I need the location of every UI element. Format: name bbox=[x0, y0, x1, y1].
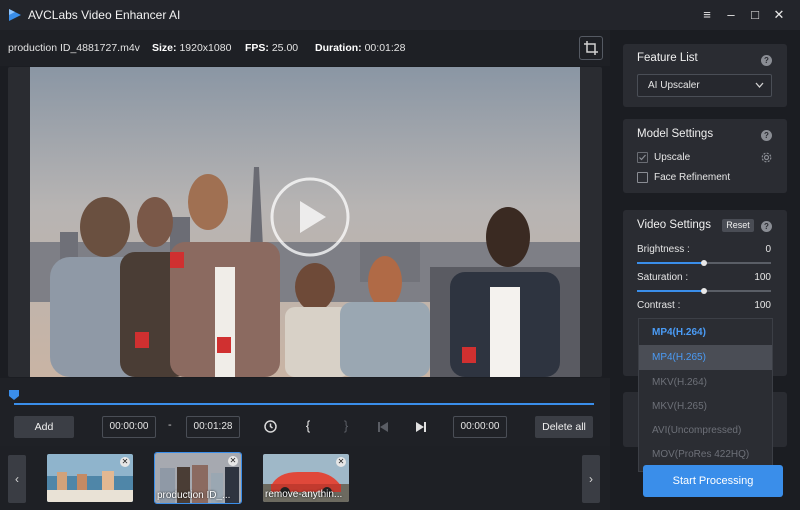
history-icon[interactable] bbox=[263, 419, 278, 434]
saturation-slider-fill bbox=[637, 290, 704, 292]
face-refinement-label: Face Refinement bbox=[654, 172, 731, 183]
start-processing-button[interactable]: Start Processing bbox=[643, 465, 783, 497]
saturation-value: 100 bbox=[754, 272, 771, 283]
duration-value: 00:01:28 bbox=[364, 42, 406, 54]
thumbnail-item-selected[interactable]: production ID_... ✕ bbox=[154, 452, 242, 504]
gear-icon[interactable] bbox=[761, 152, 772, 163]
check-icon bbox=[639, 154, 646, 161]
time-range-dash: - bbox=[168, 419, 172, 431]
chevron-right-icon: › bbox=[589, 472, 593, 486]
start-time-input[interactable]: 00:00:00 bbox=[102, 416, 156, 438]
menu-icon[interactable]: ≡ bbox=[697, 6, 717, 24]
timeline-track[interactable] bbox=[14, 403, 594, 405]
thumbnail-label: remove-anythin... bbox=[265, 489, 343, 500]
video-preview bbox=[8, 67, 602, 377]
contrast-value: 100 bbox=[754, 300, 771, 311]
face-refinement-checkbox[interactable] bbox=[637, 172, 648, 183]
duration-label: Duration: bbox=[315, 42, 362, 54]
remove-thumbnail-icon[interactable]: ✕ bbox=[228, 456, 238, 466]
app-logo-icon bbox=[9, 9, 21, 21]
timeline-bar bbox=[0, 378, 610, 446]
upscale-checkbox bbox=[637, 152, 648, 163]
model-settings-title: Model Settings bbox=[637, 128, 714, 140]
reset-button[interactable]: Reset bbox=[722, 219, 754, 232]
next-frame-icon[interactable] bbox=[415, 421, 427, 433]
remove-thumbnail-icon[interactable]: ✕ bbox=[336, 457, 346, 467]
thumbnail-item[interactable]: remove-anythin... ✕ bbox=[263, 454, 349, 502]
maximize-icon[interactable]: □ bbox=[745, 6, 765, 24]
brightness-value: 0 bbox=[765, 244, 771, 255]
scroll-right-button[interactable]: › bbox=[582, 455, 600, 503]
add-button[interactable]: Add bbox=[14, 416, 74, 438]
video-settings-title: Video Settings bbox=[637, 219, 711, 231]
chevron-down-icon bbox=[755, 82, 764, 88]
help-icon[interactable]: ? bbox=[761, 130, 772, 141]
end-time-input[interactable]: 00:01:28 bbox=[186, 416, 240, 438]
file-name: production ID_4881727.m4v bbox=[8, 42, 140, 54]
format-option-mp4-h264[interactable]: MP4(H.264) bbox=[639, 320, 772, 345]
fps-label: FPS: bbox=[245, 42, 269, 54]
timeline-playhead-icon[interactable] bbox=[9, 390, 19, 400]
video-frame[interactable] bbox=[30, 67, 580, 377]
help-icon[interactable]: ? bbox=[761, 55, 772, 66]
crop-button[interactable] bbox=[579, 36, 603, 60]
saturation-label: Saturation : bbox=[637, 272, 689, 283]
previous-frame-icon bbox=[378, 422, 388, 432]
feature-select[interactable]: AI Upscaler bbox=[637, 74, 772, 97]
size-value: 1920x1080 bbox=[179, 42, 232, 54]
app-title: AVCLabs Video Enhancer AI bbox=[28, 8, 181, 22]
current-time-input[interactable]: 00:00:00 bbox=[453, 416, 507, 438]
scroll-left-button[interactable]: ‹ bbox=[8, 455, 26, 503]
mark-in-icon[interactable]: { bbox=[302, 418, 314, 433]
crop-icon bbox=[584, 41, 598, 55]
format-option-mkv-h264[interactable]: MKV(H.264) bbox=[639, 370, 772, 395]
help-icon[interactable]: ? bbox=[761, 221, 772, 232]
size-label: Size: bbox=[152, 42, 177, 54]
file-duration: Duration: 00:01:28 bbox=[315, 42, 405, 54]
thumbnail-label: production ID_... bbox=[157, 490, 231, 501]
format-option-avi[interactable]: AVI(Uncompressed) bbox=[639, 418, 772, 443]
close-icon[interactable]: ✕ bbox=[769, 6, 789, 24]
feature-list-title: Feature List bbox=[637, 52, 698, 64]
fps-value: 25.00 bbox=[271, 42, 299, 54]
contrast-label: Contrast : bbox=[637, 300, 681, 311]
saturation-slider-handle[interactable] bbox=[701, 288, 707, 294]
format-option-mp4-h265[interactable]: MP4(H.265) bbox=[639, 345, 772, 370]
brightness-label: Brightness : bbox=[637, 244, 690, 255]
remove-thumbnail-icon[interactable]: ✕ bbox=[120, 457, 130, 467]
brightness-slider-fill bbox=[637, 262, 704, 264]
brightness-slider-handle[interactable] bbox=[701, 260, 707, 266]
upscale-label: Upscale bbox=[654, 152, 691, 163]
format-option-mkv-h265[interactable]: MKV(H.265) bbox=[639, 394, 772, 419]
delete-all-button[interactable]: Delete all bbox=[535, 416, 593, 438]
file-size: Size: 1920x1080 bbox=[152, 42, 231, 54]
chevron-left-icon: ‹ bbox=[15, 472, 19, 486]
format-dropdown-list: MP4(H.264) MP4(H.265) MKV(H.264) MKV(H.2… bbox=[638, 318, 773, 472]
thumbnail-item[interactable]: ✕ bbox=[47, 454, 133, 502]
mark-out-icon: } bbox=[343, 418, 349, 433]
format-option-mov[interactable]: MOV(ProRes 422HQ) bbox=[639, 442, 772, 467]
file-fps: FPS: 25.00 bbox=[245, 42, 298, 54]
feature-select-value: AI Upscaler bbox=[648, 80, 700, 91]
minimize-icon[interactable]: – bbox=[721, 6, 741, 24]
